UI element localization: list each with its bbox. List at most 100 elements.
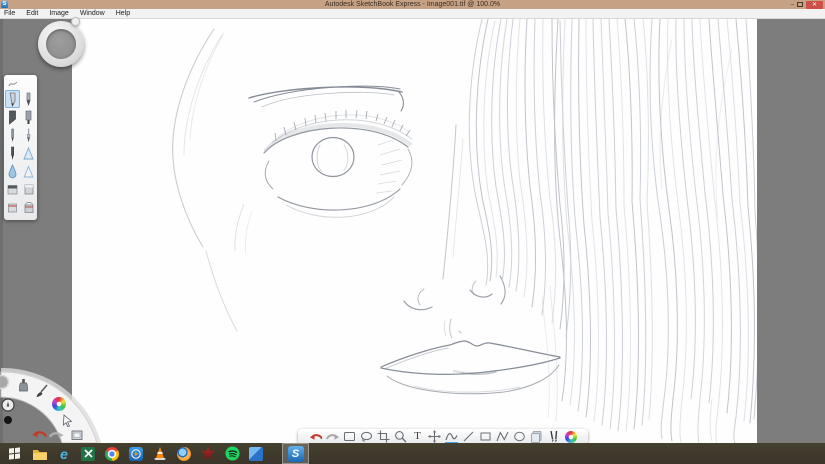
line-tool-button[interactable] xyxy=(462,430,475,443)
green-office-app-icon xyxy=(81,447,95,461)
lips xyxy=(381,331,560,394)
canvas-frame-icon[interactable] xyxy=(71,430,84,441)
rect-select-icon xyxy=(343,430,356,443)
ellipse-icon xyxy=(513,430,526,443)
tool-smudge[interactable] xyxy=(21,162,36,180)
palette-handle-icon xyxy=(8,80,18,88)
tool-airbrush[interactable] xyxy=(21,144,36,162)
firefox-icon xyxy=(177,447,191,461)
puck-handle-dot[interactable] xyxy=(71,17,80,26)
taskbar-vlc[interactable] xyxy=(148,443,172,464)
lagoon-corner-puck-icon[interactable] xyxy=(0,374,10,390)
lagoon-menu xyxy=(0,366,120,443)
undo-button[interactable] xyxy=(309,430,322,443)
water-drop-icon xyxy=(6,164,19,179)
move-button[interactable] xyxy=(428,430,441,443)
tool-chisel-marker[interactable] xyxy=(5,108,20,126)
paintbrush-lagoon-icon[interactable] xyxy=(35,384,49,398)
taskbar-photo-viewer[interactable] xyxy=(244,443,268,464)
taskbar-chrome[interactable] xyxy=(100,443,124,464)
file-explorer-icon xyxy=(32,447,48,461)
polyline-tool-button[interactable] xyxy=(496,430,509,443)
taskbar-internet-explorer[interactable]: e xyxy=(52,443,76,464)
color-wheel-button[interactable] xyxy=(564,430,577,443)
title-bar[interactable]: S Autodesk SketchBook Express - Image001… xyxy=(0,0,825,9)
minimize-button[interactable]: – xyxy=(791,1,794,9)
brush-palette xyxy=(4,75,37,220)
taskbar-firefox[interactable] xyxy=(172,443,196,464)
taskbar-media-player[interactable] xyxy=(124,443,148,464)
smudge-icon xyxy=(22,164,35,179)
magnifier-icon xyxy=(394,430,407,443)
face-contour xyxy=(173,29,237,331)
tool-paintbrush[interactable] xyxy=(21,126,36,144)
eye-shading xyxy=(235,139,402,255)
tool-watercolor[interactable] xyxy=(5,162,20,180)
taskbar-green-office-app[interactable] xyxy=(76,443,100,464)
tool-pencil[interactable] xyxy=(5,90,20,108)
tool-pen[interactable] xyxy=(21,90,36,108)
spotify-icon xyxy=(225,446,240,461)
ballpoint-pen-icon xyxy=(6,128,19,143)
rectangle-tool-button[interactable] xyxy=(479,430,492,443)
text-tool-button[interactable]: T xyxy=(411,430,424,443)
maximize-button[interactable] xyxy=(797,2,803,7)
eraser-hard-icon xyxy=(22,182,35,197)
lagoon-redo-button[interactable] xyxy=(49,429,65,440)
menu-bar: File Edit Image Window Help xyxy=(0,9,825,19)
zoom-button[interactable] xyxy=(394,430,407,443)
palette-handle[interactable] xyxy=(5,77,37,90)
crop-button[interactable] xyxy=(377,430,390,443)
airbrush-icon xyxy=(22,146,35,161)
freehand-draw-icon xyxy=(445,430,458,443)
eraser-soft-icon xyxy=(6,182,19,197)
color-wheel-icon xyxy=(565,431,577,443)
marker-icon xyxy=(22,110,35,125)
windows-logo-icon xyxy=(9,447,20,459)
crop-icon xyxy=(377,430,390,443)
eraser-precise-icon xyxy=(6,200,19,215)
tool-eraser-soft[interactable] xyxy=(5,180,20,198)
polyline-icon xyxy=(496,430,509,443)
drawing-canvas[interactable] xyxy=(72,19,757,443)
menu-window[interactable]: Window xyxy=(80,10,105,17)
tool-flood-fill[interactable] xyxy=(21,198,36,216)
taskbar-file-explorer[interactable] xyxy=(28,443,52,464)
taskbar-spotify[interactable] xyxy=(220,443,244,464)
redo-icon xyxy=(326,431,339,442)
rect-select-button[interactable] xyxy=(343,430,356,443)
felt-pen-icon xyxy=(6,146,19,161)
menu-image[interactable]: Image xyxy=(49,10,68,17)
redo-button[interactable] xyxy=(326,430,339,443)
ellipse-tool-button[interactable] xyxy=(513,430,526,443)
menu-help[interactable]: Help xyxy=(116,10,130,17)
lagoon-undo-button[interactable] xyxy=(31,428,48,440)
tool-marker[interactable] xyxy=(21,108,36,126)
brush-preview[interactable] xyxy=(1,398,15,412)
tool-eraser-precise[interactable] xyxy=(5,198,20,216)
close-button[interactable]: ✕ xyxy=(806,1,823,9)
taskbar-red-star-game[interactable] xyxy=(196,443,220,464)
ink-bottle-icon[interactable] xyxy=(17,378,30,392)
menu-edit[interactable]: Edit xyxy=(26,10,38,17)
tool-eraser-hard[interactable] xyxy=(21,180,36,198)
chisel-marker-icon xyxy=(6,110,19,125)
tool-ballpoint-pen[interactable] xyxy=(5,126,20,144)
tool-felt-pen[interactable] xyxy=(5,144,20,162)
lagoon-color-wheel-icon[interactable] xyxy=(52,397,66,411)
window-title: Autodesk SketchBook Express - Image001.t… xyxy=(0,0,825,9)
menu-file[interactable]: File xyxy=(4,10,15,17)
app-icon: S xyxy=(1,1,8,8)
brush-property-puck[interactable] xyxy=(38,21,84,67)
current-color-swatch[interactable] xyxy=(3,415,13,425)
puck-surface xyxy=(46,29,76,59)
layers-button[interactable] xyxy=(530,430,543,443)
start-button[interactable] xyxy=(0,443,28,464)
freehand-draw-button[interactable] xyxy=(445,430,458,443)
lasso-select-button[interactable] xyxy=(360,430,373,443)
taskbar-sketchbook-active[interactable]: S xyxy=(282,443,309,464)
cursor-icon[interactable] xyxy=(61,414,74,427)
workspace: T xyxy=(0,19,825,443)
brush-editor-button[interactable] xyxy=(547,430,560,443)
flood-fill-icon xyxy=(22,200,35,215)
